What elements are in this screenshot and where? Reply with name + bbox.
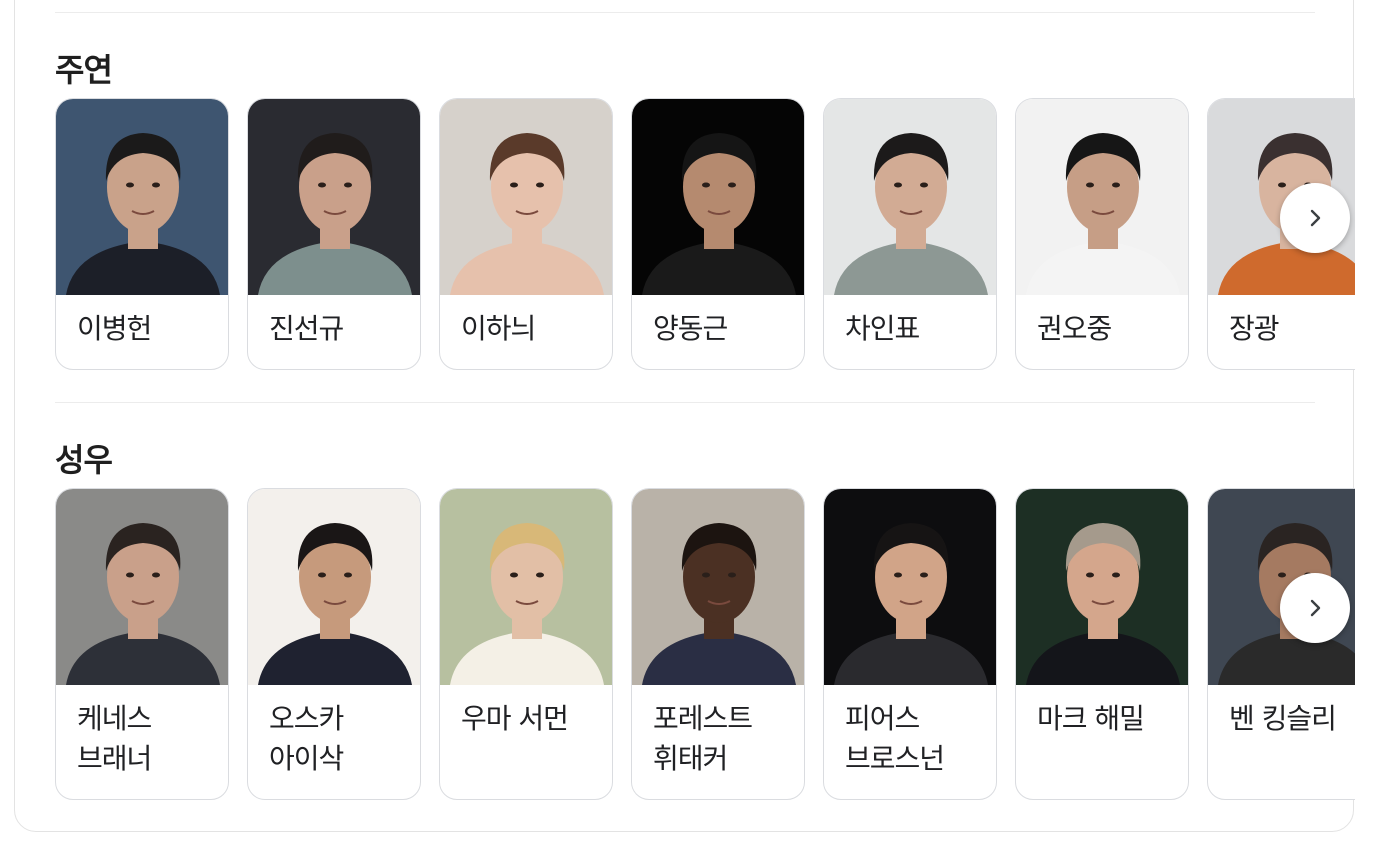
section-title-voice: 성우 <box>55 441 113 479</box>
cast-card[interactable]: 권오중 <box>1015 98 1189 370</box>
actor-photo <box>440 99 612 295</box>
actor-photo <box>56 99 228 295</box>
actor-photo <box>632 489 804 685</box>
actor-photo-frame <box>824 489 996 685</box>
actor-photo-frame <box>248 489 420 685</box>
actor-photo <box>1016 99 1188 295</box>
section-title-lead: 주연 <box>55 51 113 89</box>
actor-photo <box>632 99 804 295</box>
actor-photo <box>248 489 420 685</box>
cast-card[interactable]: 우마 서먼 <box>439 488 613 800</box>
cast-card[interactable]: 케네스 브래너 <box>55 488 229 800</box>
lead-next-button[interactable] <box>1280 183 1350 253</box>
cast-card[interactable]: 이하늬 <box>439 98 613 370</box>
chevron-right-icon <box>1310 599 1321 617</box>
cast-card[interactable]: 포레스트 휘태커 <box>631 488 805 800</box>
actor-name: 권오중 <box>1037 312 1112 345</box>
actor-name: 오스카 아이삭 <box>269 702 344 775</box>
cast-card[interactable]: 이병헌 <box>55 98 229 370</box>
actor-photo-frame <box>56 489 228 685</box>
actor-name: 양동근 <box>653 312 728 345</box>
actor-photo-frame <box>1016 99 1188 295</box>
cast-card[interactable]: 마크 해밀 <box>1015 488 1189 800</box>
actor-photo-frame <box>824 99 996 295</box>
cast-card[interactable]: 벤 킹슬리 <box>1207 488 1355 800</box>
lead-cast-carousel: 이병헌 진선규 이하늬 양동근 차인표 권오중 장광 <box>55 98 1355 370</box>
actor-photo <box>248 99 420 295</box>
actor-photo <box>440 489 612 685</box>
actor-name: 이하늬 <box>461 312 536 345</box>
section-divider <box>55 402 1315 403</box>
actor-photo <box>1016 489 1188 685</box>
actor-photo-frame <box>1016 489 1188 685</box>
cast-card[interactable]: 차인표 <box>823 98 997 370</box>
actor-photo <box>824 489 996 685</box>
voice-next-button[interactable] <box>1280 573 1350 643</box>
actor-photo-frame <box>56 99 228 295</box>
actor-name: 장광 <box>1229 312 1280 345</box>
cast-card[interactable]: 피어스 브로스넌 <box>823 488 997 800</box>
actor-photo <box>56 489 228 685</box>
actor-photo-frame <box>440 489 612 685</box>
actor-photo-frame <box>440 99 612 295</box>
actor-name: 우마 서먼 <box>461 702 569 735</box>
actor-name: 벤 킹슬리 <box>1229 702 1337 735</box>
cast-card[interactable]: 양동근 <box>631 98 805 370</box>
actor-name: 마크 해밀 <box>1037 702 1145 735</box>
actor-name: 차인표 <box>845 312 920 345</box>
actor-photo <box>824 99 996 295</box>
actor-name: 진선규 <box>269 312 344 345</box>
actor-name: 이병헌 <box>77 312 152 345</box>
actor-name: 피어스 브로스넌 <box>845 702 945 775</box>
chevron-right-icon <box>1310 209 1321 227</box>
actor-photo-frame <box>632 99 804 295</box>
top-divider <box>55 12 1315 13</box>
actor-photo-frame <box>248 99 420 295</box>
voice-cast-carousel: 케네스 브래너 오스카 아이삭 우마 서먼 포레스트 휘태커 피어스 브로스넌 마크 해밀… <box>55 488 1355 800</box>
actor-name: 포레스트 휘태커 <box>653 702 753 775</box>
cast-card[interactable]: 진선규 <box>247 98 421 370</box>
actor-name: 케네스 브래너 <box>77 702 152 775</box>
cast-card[interactable]: 오스카 아이삭 <box>247 488 421 800</box>
actor-photo-frame <box>632 489 804 685</box>
